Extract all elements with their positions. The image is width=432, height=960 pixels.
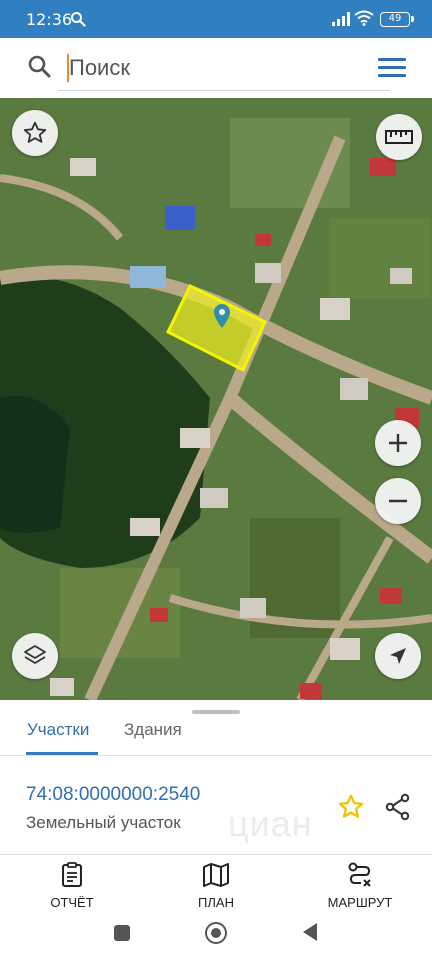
- satellite-map[interactable]: [0, 98, 432, 700]
- favorite-star-button[interactable]: [12, 110, 58, 156]
- status-time: 12:36: [26, 10, 73, 29]
- report-button[interactable]: ОТЧЁТ: [17, 862, 127, 910]
- home-button[interactable]: [205, 922, 227, 944]
- report-icon: [17, 862, 127, 891]
- zoom-out-button[interactable]: [375, 478, 421, 524]
- share-icon[interactable]: [384, 793, 412, 826]
- route-icon: [305, 862, 415, 891]
- status-bar: 12:36 49: [0, 0, 432, 38]
- zoom-in-button[interactable]: [375, 420, 421, 466]
- parcel-type: Земельный участок: [26, 813, 181, 832]
- tab-buildings[interactable]: Здания: [124, 720, 182, 740]
- map-plan-icon: [161, 862, 271, 891]
- search-status-icon: [70, 11, 86, 32]
- watermark: циан: [228, 803, 313, 844]
- cadastral-number-link[interactable]: 74:08:0000000:2540: [26, 784, 200, 806]
- search-placeholder: Поиск: [69, 55, 130, 80]
- signal-icon: [332, 12, 350, 31]
- drag-handle[interactable]: [192, 710, 240, 714]
- battery-icon: 49: [380, 12, 414, 27]
- route-button[interactable]: МАРШРУТ: [305, 862, 415, 910]
- layers-button[interactable]: [12, 633, 58, 679]
- favorite-star-icon[interactable]: [337, 793, 365, 826]
- back-icon[interactable]: [301, 922, 319, 947]
- plan-button[interactable]: ПЛАН: [161, 862, 271, 910]
- divider: [0, 854, 432, 855]
- divider: [0, 755, 432, 756]
- menu-icon[interactable]: [378, 58, 406, 78]
- my-location-button[interactable]: [375, 633, 421, 679]
- recent-apps-button[interactable]: [114, 925, 130, 941]
- ruler-button[interactable]: [376, 114, 422, 160]
- tab-parcels[interactable]: Участки: [27, 720, 89, 740]
- wifi-icon: [354, 10, 374, 31]
- search-icon[interactable]: [26, 53, 54, 86]
